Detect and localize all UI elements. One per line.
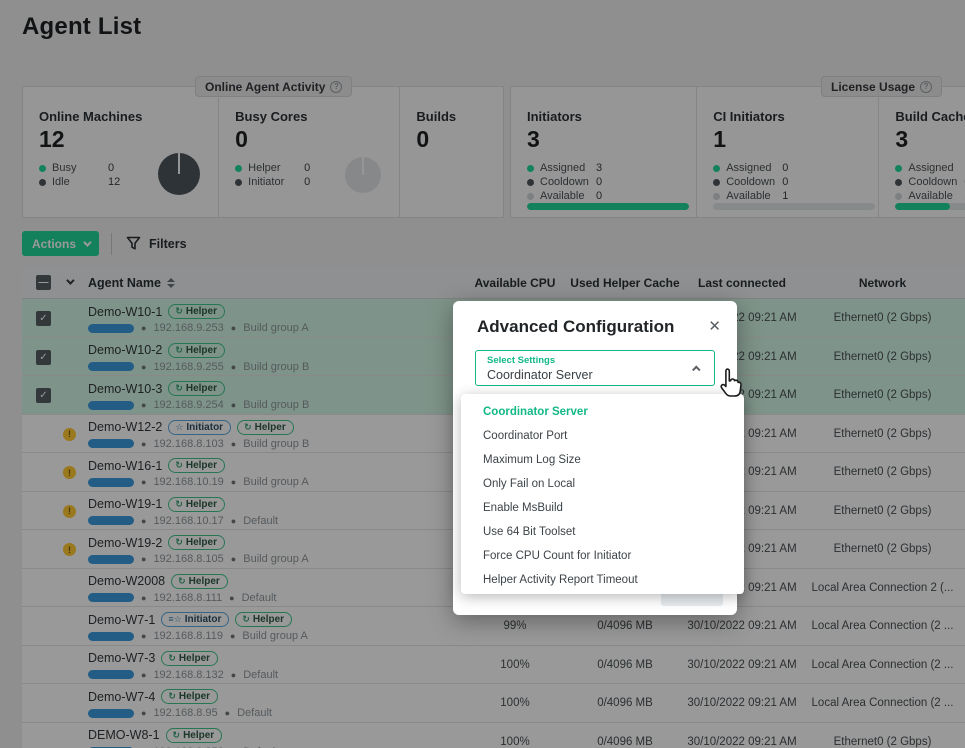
select-settings-dropdown[interactable]: Select Settings Coordinator Server [475,350,715,386]
dropdown-option[interactable]: Coordinator Port [461,424,744,448]
select-settings-value: Coordinator Server [487,368,593,382]
dropdown-option[interactable]: Helper Activity Report Timeout [461,568,744,592]
hand-cursor-icon [716,366,746,400]
close-icon[interactable]: ✕ [708,317,721,335]
dropdown-option[interactable]: Use 64 Bit Toolset [461,520,744,544]
dropdown-option[interactable]: Coordinator Server [461,400,744,424]
dropdown-option[interactable]: Maximum Log Size [461,448,744,472]
select-settings-label: Select Settings [487,355,555,366]
dropdown-option[interactable]: Force CPU Count for Initiator [461,544,744,568]
dropdown-option[interactable]: Only Fail on Local [461,472,744,496]
agent-list-page: Agent List Online Agent Activity ? Onlin… [0,0,965,748]
chevron-up-icon [692,365,700,373]
dropdown-option[interactable]: Enable MsBuild [461,496,744,520]
modal-title: Advanced Configuration [477,317,674,337]
settings-options-listbox: Coordinator ServerCoordinator PortMaximu… [461,394,744,594]
